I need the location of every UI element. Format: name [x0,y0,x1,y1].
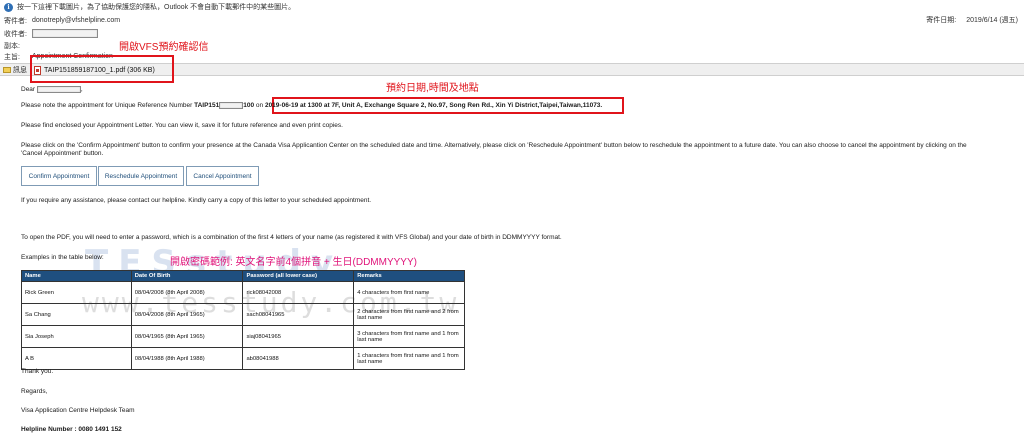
helpline-number: Helpline Number : 0080 1491 152 [21,426,122,433]
cell-dob: 08/04/2008 (8th April 2008) [130,281,244,304]
greeting-end: , [80,86,83,94]
cell-password: rick08042008 [242,281,355,304]
table-row: A B 08/04/1988 (8th April 1988) ab080419… [21,347,465,370]
cc-label: 副本: [4,42,20,50]
ref-prefix: Please note the appointment for Unique R… [21,102,195,110]
info-icon: i [4,2,13,12]
ref-number-start: TAIP151 [194,102,220,110]
cell-name: Rick Green [21,281,132,304]
cc-row: 副本: [4,40,32,51]
cell-dob: 08/04/1988 (8th April 1988) [130,347,244,370]
column-header-password: Password (all lower case) [242,270,355,282]
cell-remarks: 2 characters from first name and 2 from … [353,303,465,326]
annotation-password-example: 開啟密碼範例: 英文名字前4個拼音 + 生日(DDMMYYYY) [170,257,417,268]
para-letter: Please find enclosed your Appointment Le… [21,122,343,129]
para-pdf-password: To open the PDF, you will need to enter … [21,234,562,241]
reference-sentence: Please note the appointment for Unique R… [21,102,602,109]
sent-value: 2019/6/14 (週五) [966,17,1018,24]
envelope-icon [3,67,11,73]
cell-password: siaj08041965 [242,325,355,348]
ref-redacted [219,102,244,109]
cell-dob: 08/04/1965 (8th April 1965) [130,325,244,348]
annotation-open-pdf: 開啟VFS預約確認信 [119,42,209,53]
cell-remarks: 4 characters from first name [353,281,465,304]
recipient-redacted[interactable] [32,29,98,38]
name-redacted [36,86,81,93]
thanks: Thank you. [21,368,54,375]
column-header-dob: Date Of Birth [130,270,244,282]
ref-on: on [254,102,265,110]
infobar-text: 按一下這裡下載圖片，為了協助保護您的隱私，Outlook 不會自動下載郵件中的某… [17,4,296,11]
examples-label: Examples in the table below: [21,254,104,261]
table-header-row: Name Date Of Birth Password (all lower c… [21,270,465,282]
ref-number-end: 100 [243,102,255,110]
column-header-name: Name [21,270,132,282]
para-click-line2: 'Cancel Appointment' button. [21,150,104,157]
annotation-appointment-info: 預約日期,時間及地點 [386,83,479,94]
message-tab[interactable]: 訊息 [3,65,27,75]
from-value[interactable]: donotreply@vfshelpline.com [32,17,120,24]
regards: Regards, [21,388,48,395]
cell-name: A B [21,347,132,370]
para-help: If you require any assistance, please co… [21,197,372,204]
from-row: 寄件者: donotreply@vfshelpline.com [4,15,120,26]
cell-name: Sia Joseph [21,325,132,348]
table-row: Sia Joseph 08/04/1965 (8th April 1965) s… [21,325,465,348]
cell-remarks: 1 characters from first name and 1 from … [353,347,465,370]
download-pictures-infobar[interactable]: i 按一下這裡下載圖片，為了協助保護您的隱私，Outlook 不會自動下載郵件中… [0,0,1024,14]
password-examples-table: Name Date Of Birth Password (all lower c… [21,270,465,370]
message-tab-label: 訊息 [13,67,27,74]
to-label: 收件者: [4,30,27,38]
cell-remarks: 3 characters from first name and 1 from … [353,325,465,348]
attachment-highlight-box [30,55,174,83]
column-header-remarks: Remarks [353,270,465,282]
greeting: Dear , [21,86,83,93]
cell-dob: 08/04/2008 (8th April 1965) [130,303,244,326]
sent-label: 寄件日期: [926,17,957,24]
cell-password: sach08041965 [242,303,355,326]
table-row: Sa Chang 08/04/2008 (8th April 1965) sac… [21,303,465,326]
confirm-appointment-button[interactable]: Confirm Appointment [21,166,97,186]
cancel-appointment-button[interactable]: Cancel Appointment [186,166,259,186]
subject-label: 主旨: [4,53,20,61]
sent-date: 寄件日期: 2019/6/14 (週五) [926,15,1018,25]
cell-password: ab08041988 [242,347,355,370]
greeting-text: Dear [21,86,36,94]
helpdesk-team: Visa Application Centre Helpdesk Team [21,407,135,414]
from-label: 寄件者: [4,17,27,25]
cell-name: Sa Chang [21,303,132,326]
reschedule-appointment-button[interactable]: Reschedule Appointment [98,166,184,186]
para-click-line1: Please click on the 'Confirm Appointment… [21,142,967,149]
table-row: Rick Green 08/04/2008 (8th April 2008) r… [21,281,465,304]
appointment-detail: 2019-06-19 at 1300 at 7F, Unit A, Exchan… [264,102,603,110]
to-row: 收件者: [4,28,98,39]
